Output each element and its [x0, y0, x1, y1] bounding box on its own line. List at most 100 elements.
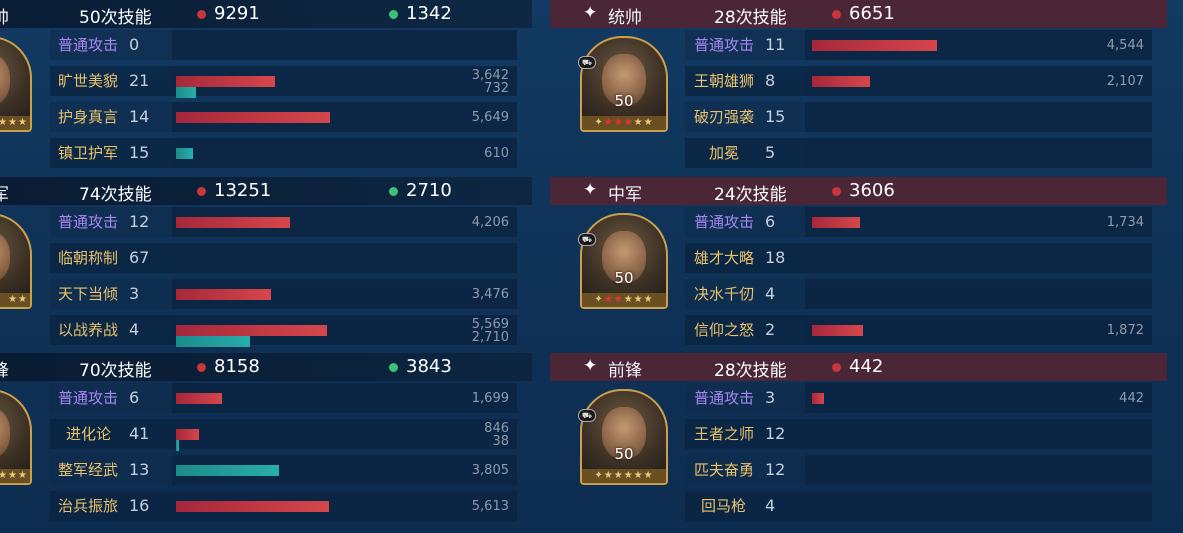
total-damage: 13251 — [214, 180, 272, 201]
skill-row: 治兵振旅 16 — [50, 491, 172, 521]
skill-row: 普通攻击 3 — [685, 383, 805, 413]
bar-cell: 5,613 — [172, 491, 517, 521]
skill-count: 3 — [129, 284, 140, 303]
left-general-section: 帅 50次技能 9291 1342 ★★★ 普通攻击 0 旷世美貌 21 3,642 732 护身真言… — [0, 0, 532, 177]
heal-value: 2,710 — [471, 330, 509, 345]
skill-count: 4 — [765, 284, 776, 303]
skill-name[interactable]: 信仰之怒 — [694, 315, 754, 345]
skill-name[interactable]: 护身真言 — [58, 102, 118, 132]
level-label: 50 — [614, 92, 634, 110]
skill-count: 41 — [129, 424, 150, 443]
heal-dot-icon — [389, 187, 398, 196]
skill-count: 67 — [129, 248, 150, 267]
damage-bar — [176, 325, 327, 336]
heal-bar — [176, 336, 250, 347]
damage-value: 5,613 — [471, 499, 509, 514]
skill-cast-count: 50次技能 — [79, 8, 152, 28]
bar-cell — [805, 243, 1152, 273]
skill-name[interactable]: 整军经武 — [58, 455, 118, 485]
rank-stars: ★★ — [0, 293, 30, 307]
skill-row: 旷世美貌 21 — [50, 66, 172, 96]
skill-name[interactable]: 加冕 — [709, 138, 739, 168]
skill-name[interactable]: 匹夫奋勇 — [694, 455, 754, 485]
general-portrait[interactable]: ★★ — [0, 213, 32, 309]
role-title: 中军 — [608, 185, 642, 205]
heal-dot-icon — [389, 363, 398, 372]
skill-name[interactable]: 破刃强袭 — [694, 102, 754, 132]
skill-count: 14 — [129, 107, 150, 126]
troop-type-icon: ⛟ — [578, 233, 596, 246]
general-portrait[interactable]: ★★★ — [0, 389, 32, 485]
skill-cast-count: 74次技能 — [79, 185, 152, 205]
total-damage: 442 — [849, 356, 884, 377]
skill-name[interactable]: 回马枪 — [701, 491, 746, 521]
skill-count: 4 — [765, 496, 776, 515]
general-portrait[interactable]: 50 ✦★★★★★ — [580, 36, 668, 132]
damage-bar — [176, 429, 199, 440]
right-team-panel: ✦ 统帅 28次技能 6651 50 ✦★★★★★ ⛟ 普通攻击 11 4,544 王朝雄狮 8 2,1… — [550, 0, 1167, 533]
heal-bar — [176, 465, 279, 476]
skill-cast-count: 24次技能 — [714, 185, 787, 205]
bar-cell: 846 38 — [172, 419, 517, 451]
skill-count: 6 — [129, 388, 140, 407]
damage-dot-icon — [832, 10, 841, 19]
damage-bar — [176, 76, 275, 87]
damage-bar — [176, 289, 271, 300]
skill-name[interactable]: 普通攻击 — [58, 30, 118, 60]
skill-name[interactable]: 进化论 — [66, 419, 111, 449]
damage-dot-icon — [197, 363, 206, 372]
damage-value: 442 — [1119, 391, 1144, 406]
skill-name[interactable]: 天下当倾 — [58, 279, 118, 309]
skill-name[interactable]: 以战养战 — [58, 315, 118, 345]
role-title: 锋 — [0, 361, 9, 381]
total-damage: 8158 — [214, 356, 260, 377]
skill-count: 0 — [129, 35, 140, 54]
damage-value: 2,107 — [1106, 74, 1144, 89]
bar-cell — [805, 491, 1152, 521]
skill-name[interactable]: 临朝称制 — [58, 243, 118, 273]
general-portrait[interactable]: 50 ✦★★★★★ — [580, 213, 668, 309]
heal-bar — [176, 148, 193, 159]
heal-value: 732 — [484, 81, 509, 96]
damage-value: 3,476 — [471, 287, 509, 302]
bar-cell: 5,569 2,710 — [172, 315, 517, 347]
general-portrait[interactable]: ★★★ — [0, 36, 32, 132]
skill-name[interactable]: 普通攻击 — [58, 383, 118, 413]
skill-count: 4 — [129, 320, 140, 339]
skill-count: 21 — [129, 71, 150, 90]
skill-row: 信仰之怒 2 — [685, 315, 805, 345]
bar-cell: 4,544 — [805, 30, 1152, 60]
skill-name[interactable]: 普通攻击 — [694, 207, 754, 237]
skill-row: 王朝雄狮 8 — [685, 66, 805, 96]
rank-stars: ✦★★★★★ — [582, 293, 666, 307]
skill-name[interactable]: 治兵振旅 — [58, 491, 118, 521]
damage-value: 1,699 — [471, 391, 509, 406]
troop-type-icon: ⛟ — [578, 56, 596, 69]
skill-name[interactable]: 王者之师 — [694, 419, 754, 449]
skill-count: 6 — [765, 212, 776, 231]
skill-name[interactable]: 旷世美貌 — [58, 66, 118, 96]
skill-row: 普通攻击 12 — [50, 207, 172, 237]
skill-name[interactable]: 镇卫护军 — [58, 138, 118, 168]
damage-dot-icon — [832, 187, 841, 196]
section-header: ✦ 中军 24次技能 3606 — [550, 177, 1167, 205]
skill-row: 普通攻击 11 — [685, 30, 805, 60]
skill-row: 普通攻击 0 — [50, 30, 172, 60]
skill-name[interactable]: 普通攻击 — [694, 30, 754, 60]
skill-count: 12 — [765, 424, 786, 443]
skill-row: 加冕 5 — [685, 138, 805, 168]
damage-value: 5,649 — [471, 110, 509, 125]
skill-name[interactable]: 普通攻击 — [58, 207, 118, 237]
skill-name[interactable]: 雄才大略 — [694, 243, 754, 273]
heal-bar — [176, 87, 196, 98]
general-portrait[interactable]: 50 ✦★★★★★ — [580, 389, 668, 485]
right-general-section: ✦ 中军 24次技能 3606 50 ✦★★★★★ ⛟ 普通攻击 6 1,734 雄才大略 18 决水千… — [550, 177, 1167, 354]
skill-row: 王者之师 12 — [685, 419, 805, 449]
left-general-section: 锋 70次技能 8158 3843 ★★★ 普通攻击 6 1,699 进化论 41 846 38 整军经… — [0, 353, 532, 530]
row-background — [685, 138, 805, 168]
skill-name[interactable]: 王朝雄狮 — [694, 66, 754, 96]
skill-name[interactable]: 普通攻击 — [694, 383, 754, 413]
skill-cast-count: 70次技能 — [79, 361, 152, 381]
total-heal: 3843 — [406, 356, 452, 377]
skill-name[interactable]: 决水千仞 — [694, 279, 754, 309]
